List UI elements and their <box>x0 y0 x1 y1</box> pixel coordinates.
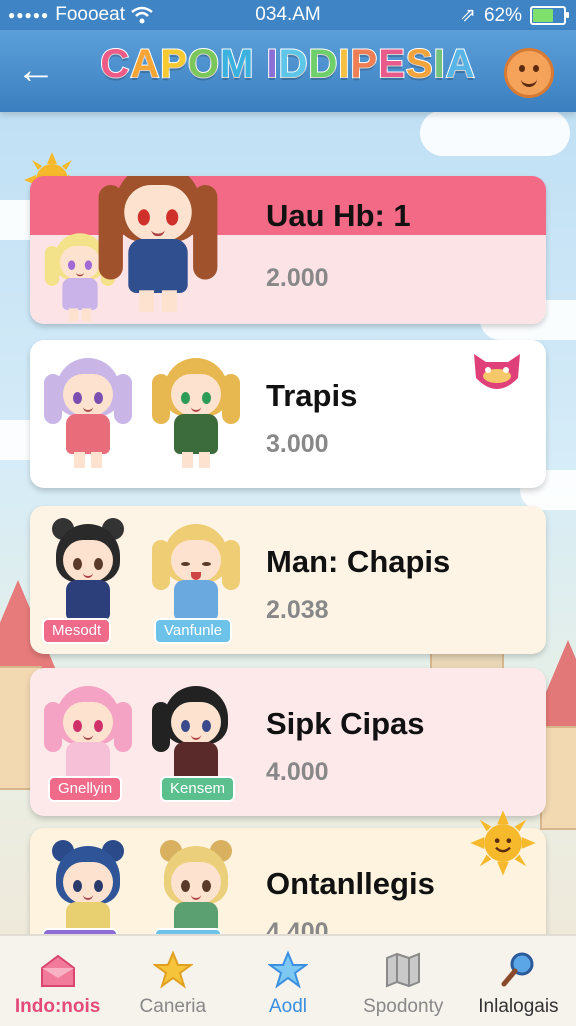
card-title: Sipk Cipas <box>266 706 425 741</box>
app-title: CAPOM IDDIPESIA <box>0 41 576 87</box>
card-score: 3.000 <box>266 430 329 458</box>
status-bar: ●●●●● Foooeat 034.AM ⇗ 62% <box>0 0 576 30</box>
title-letter: S <box>405 41 434 87</box>
nav-item-spodonty[interactable]: Spodonty <box>346 936 461 1026</box>
battery-percent: 62% <box>483 4 522 26</box>
title-letter: P <box>159 41 188 87</box>
nav-label: Inlalogais <box>478 996 559 1017</box>
monster-sticker-icon <box>474 354 520 389</box>
nav-label: Aodl <box>268 996 308 1017</box>
title-letter: O <box>187 41 221 87</box>
character-card-4[interactable]: Gnellyin Kensem Sipk Cipas 4.000 <box>30 668 546 816</box>
character-blonde-twintails <box>152 354 240 472</box>
magnifier-icon <box>501 952 534 987</box>
title-letter: D <box>307 41 339 87</box>
character-tag: Mesodt <box>42 618 112 644</box>
bottom-nav: Indo:nois Caneria Aodl Spodonty Inlaloga… <box>0 934 576 1026</box>
nav-label: Caneria <box>139 996 207 1017</box>
title-letter: I <box>433 41 446 87</box>
nav-item-inlalogais[interactable]: Inlalogais <box>461 936 576 1026</box>
battery-icon <box>530 6 569 25</box>
character-red-twintails <box>98 176 218 317</box>
title-letter: I <box>337 41 351 87</box>
title-letter: P <box>350 41 379 87</box>
title-letter: M <box>219 41 255 87</box>
character-card-1[interactable]: Uau Hb: 1 2.000 <box>30 176 546 324</box>
character-list: Uau Hb: 1 2.000 Trapis 3.000 Mesodt Vanf… <box>0 112 576 948</box>
character-tag: Kensem <box>160 776 236 802</box>
nav-item-home[interactable]: Indo:nois <box>0 936 115 1026</box>
star-icon <box>152 950 193 989</box>
title-letter: E <box>377 41 406 87</box>
title-letter: D <box>278 41 309 87</box>
house-icon <box>40 954 75 987</box>
blue-star-icon <box>268 950 308 989</box>
card-title: Man: Chapis <box>266 544 451 579</box>
nav-item-caneria[interactable]: Caneria <box>115 936 230 1026</box>
card-title: Trapis <box>266 378 358 413</box>
character-lavender-hair <box>44 354 132 472</box>
nav-label: Indo:nois <box>14 996 101 1017</box>
character-card-3[interactable]: Mesodt Vanfunle Man: Chapis 2.038 <box>30 506 546 654</box>
card-score: 2.038 <box>266 596 329 624</box>
character-card-2[interactable]: Trapis 3.000 <box>30 340 546 488</box>
card-score: 4.000 <box>266 758 329 786</box>
title-letter: A <box>129 41 161 87</box>
title-letter: I <box>265 41 279 87</box>
character-tag: Vanfunle <box>154 618 233 644</box>
card-title: Ontanllegis <box>266 866 435 901</box>
card-title: Uau Hb: 1 <box>266 198 411 233</box>
character-tag: Gnellyin <box>48 776 123 802</box>
title-letter <box>254 42 266 86</box>
map-icon <box>386 952 421 988</box>
card-score: 2.000 <box>266 264 329 292</box>
title-letter: C <box>99 41 131 87</box>
sun-sticker-icon <box>470 810 536 876</box>
location-icon: ⇗ <box>460 5 476 26</box>
nav-label: Spodonty <box>363 996 444 1017</box>
title-letter: A <box>445 41 476 87</box>
profile-avatar-icon[interactable] <box>504 48 554 98</box>
nav-item-aodl[interactable]: Aodl <box>230 936 345 1026</box>
app-header: ← CAPOM IDDIPESIA <box>0 30 576 112</box>
